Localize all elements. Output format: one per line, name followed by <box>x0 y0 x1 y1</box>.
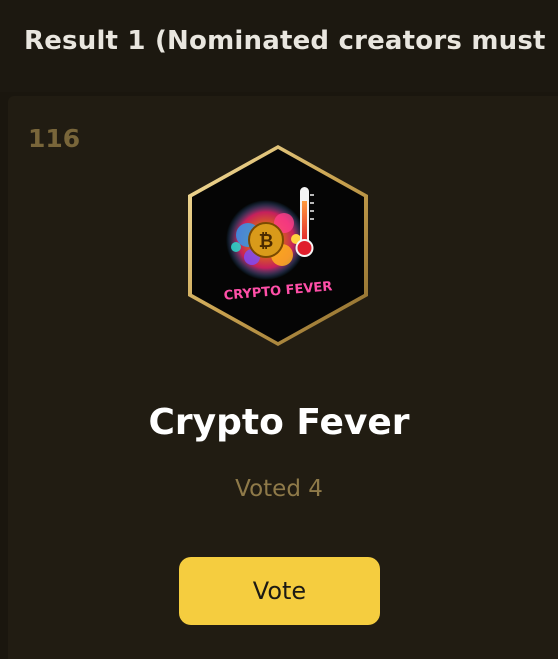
vote-button[interactable]: Vote <box>179 557 380 625</box>
page-header: Result 1 (Nominated creators must <box>0 0 558 92</box>
crypto-fever-logo-icon: ₿ CRYPTO FEVER <box>188 145 368 346</box>
creator-name: Crypto Fever <box>148 402 410 443</box>
page-title: Result 1 (Nominated creators must <box>24 26 546 56</box>
rank-number: 116 <box>28 124 81 153</box>
svg-text:₿: ₿ <box>259 231 274 252</box>
vote-count: Voted 4 <box>235 476 323 502</box>
